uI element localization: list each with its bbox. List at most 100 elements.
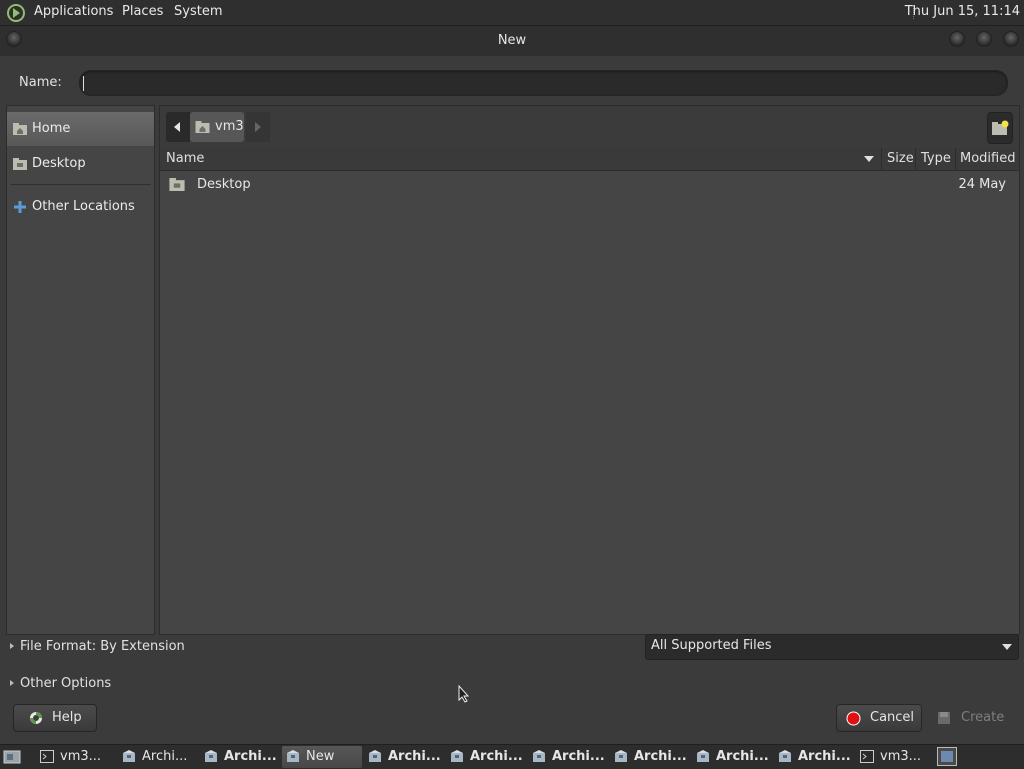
help-button[interactable]: Help bbox=[13, 704, 97, 732]
file-filter-combo[interactable]: All Supported Files bbox=[645, 634, 1019, 660]
home-folder-icon bbox=[195, 121, 210, 133]
taskbar-item-label: Archi... bbox=[470, 749, 523, 764]
mate-logo-icon[interactable] bbox=[6, 3, 26, 23]
lifebuoy-icon bbox=[30, 712, 42, 724]
sidebar-item-home[interactable]: Home bbox=[7, 112, 154, 146]
taskbar-item[interactable]: Archi... bbox=[118, 746, 198, 768]
terminal-icon bbox=[40, 750, 54, 763]
create-button[interactable]: Create bbox=[926, 704, 1014, 732]
column-name-header[interactable]: Name bbox=[166, 151, 204, 166]
home-folder-icon bbox=[13, 123, 27, 135]
taskbar-item-label: Archi... bbox=[716, 749, 769, 764]
archive-icon bbox=[779, 750, 791, 762]
window-title: New bbox=[497, 33, 527, 48]
clock[interactable]: Thu Jun 15, 11:14 bbox=[905, 4, 1020, 19]
column-type-header[interactable]: Type bbox=[921, 151, 951, 166]
name-label: Name: bbox=[19, 75, 62, 90]
cancel-button-label: Cancel bbox=[870, 710, 915, 725]
save-icon bbox=[938, 712, 950, 724]
other-options-label: Other Options bbox=[20, 676, 112, 691]
file-chooser-dialog: Name: Home Desktop Other Locations vm3 N… bbox=[0, 56, 1024, 744]
sidebar-item-label: Home bbox=[32, 121, 71, 136]
column-separator bbox=[915, 148, 916, 170]
cancel-button[interactable]: Cancel bbox=[836, 704, 922, 732]
taskbar-item[interactable]: Archi... bbox=[610, 746, 690, 768]
workspace-switcher-icon[interactable] bbox=[937, 747, 957, 766]
path-crumb-vm3[interactable]: vm3 bbox=[190, 112, 244, 142]
column-modified-header[interactable]: Modified bbox=[960, 151, 1015, 166]
maximize-button[interactable] bbox=[976, 31, 992, 47]
taskbar-item-label: Archi... bbox=[634, 749, 687, 764]
sort-descending-icon[interactable] bbox=[864, 156, 874, 162]
file-modified: 24 May bbox=[958, 177, 1006, 192]
menu-applications[interactable]: Applications bbox=[34, 4, 113, 19]
taskbar: vm3... Archi... Archi... New Archi... Archi..… bbox=[0, 744, 1024, 769]
expander-arrow-icon bbox=[10, 680, 14, 686]
archive-icon bbox=[451, 750, 463, 762]
column-separator bbox=[955, 148, 956, 170]
minimize-button[interactable] bbox=[949, 31, 965, 47]
archive-icon bbox=[369, 750, 381, 762]
menu-places[interactable]: Places bbox=[122, 4, 163, 19]
name-input[interactable] bbox=[79, 70, 1008, 96]
help-button-label: Help bbox=[52, 710, 82, 725]
sidebar-item-other-locations[interactable]: Other Locations bbox=[7, 190, 154, 224]
create-button-label: Create bbox=[961, 710, 1005, 725]
taskbar-item[interactable]: Archi... bbox=[692, 746, 772, 768]
taskbar-item-label: Archi... bbox=[224, 749, 277, 764]
taskbar-item-label: New bbox=[306, 749, 335, 764]
archive-icon bbox=[123, 750, 135, 762]
taskbar-item[interactable]: Archi... bbox=[774, 746, 854, 768]
new-folder-icon bbox=[992, 120, 1009, 135]
sidebar-item-desktop[interactable]: Desktop bbox=[7, 147, 154, 181]
taskbar-item-label: Archi... bbox=[142, 749, 188, 764]
archive-icon bbox=[205, 750, 217, 762]
taskbar-item[interactable]: Archi... bbox=[364, 746, 444, 768]
file-name: Desktop bbox=[197, 177, 251, 192]
taskbar-item[interactable]: vm3... bbox=[856, 746, 936, 768]
sidebar-item-label: Other Locations bbox=[32, 199, 135, 214]
menu-system[interactable]: System bbox=[174, 4, 222, 19]
expander-arrow-icon bbox=[10, 643, 14, 649]
table-row[interactable]: Desktop 24 May bbox=[160, 172, 1019, 198]
text-caret bbox=[83, 76, 84, 91]
archive-icon bbox=[533, 750, 545, 762]
taskbar-item-label: Archi... bbox=[798, 749, 851, 764]
sidebar-separator bbox=[11, 184, 151, 185]
chevron-left-icon bbox=[174, 122, 180, 132]
desktop-folder-icon bbox=[169, 178, 185, 191]
plus-icon bbox=[14, 201, 26, 213]
close-button[interactable] bbox=[1003, 31, 1019, 47]
window-titlebar[interactable]: New bbox=[0, 26, 1024, 56]
path-forward-button[interactable] bbox=[246, 112, 270, 142]
file-format-label: File Format: By Extension bbox=[20, 639, 185, 654]
taskbar-item[interactable]: Archi... bbox=[446, 746, 526, 768]
top-panel: Applications Places System Thu Jun 15, 1… bbox=[0, 0, 1024, 26]
taskbar-item-label: vm3... bbox=[880, 749, 922, 764]
file-list-header: Name Size Type Modified bbox=[160, 148, 1019, 171]
path-bar: vm3 bbox=[160, 106, 1019, 148]
chevron-down-icon bbox=[1002, 644, 1012, 650]
taskbar-item-label: Archi... bbox=[552, 749, 605, 764]
taskbar-item-label: vm3... bbox=[60, 749, 102, 764]
path-crumb-label: vm3 bbox=[215, 119, 244, 134]
archive-icon bbox=[287, 750, 299, 762]
chevron-right-icon bbox=[255, 122, 261, 132]
sidebar-item-label: Desktop bbox=[32, 156, 86, 171]
desktop-folder-icon bbox=[13, 158, 27, 170]
column-size-header[interactable]: Size bbox=[887, 151, 914, 166]
mouse-cursor-icon bbox=[458, 685, 470, 703]
show-desktop-icon[interactable] bbox=[3, 749, 21, 765]
taskbar-item[interactable]: Archi... bbox=[200, 746, 280, 768]
archive-icon bbox=[697, 750, 709, 762]
taskbar-item-label: Archi... bbox=[388, 749, 441, 764]
taskbar-item[interactable]: Archi... bbox=[528, 746, 608, 768]
taskbar-item[interactable]: vm3... bbox=[36, 746, 116, 768]
path-back-button[interactable] bbox=[166, 112, 190, 142]
archive-icon bbox=[615, 750, 627, 762]
terminal-icon bbox=[860, 750, 874, 763]
taskbar-item[interactable]: New bbox=[282, 746, 362, 768]
filter-selected-label: All Supported Files bbox=[651, 638, 772, 653]
create-folder-button[interactable] bbox=[987, 112, 1013, 144]
file-browser-pane: vm3 Name Size Type Modified Desktop 24 M… bbox=[159, 105, 1020, 635]
